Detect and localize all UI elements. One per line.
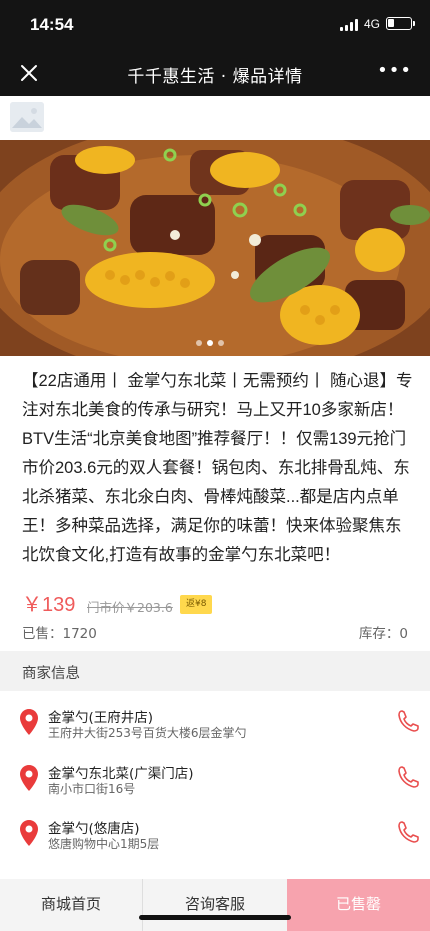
status-time: 14:54 <box>30 15 74 34</box>
signal-icon <box>340 19 360 31</box>
location-pin-icon <box>20 820 38 846</box>
section-title: 商家信息 <box>22 666 80 682</box>
home-indicator[interactable] <box>139 915 291 920</box>
status-bar: 14:54 4G <box>0 0 430 50</box>
network-type: 4G <box>364 17 381 31</box>
nav-bar: 千千惠生活 · 爆品详情 ••• <box>0 50 430 96</box>
phone-icon[interactable] <box>397 765 419 789</box>
store-item[interactable]: 金掌勺(悠唐店) 悠唐购物中心1期5层 <box>0 814 430 862</box>
stock-count: 库存：0 <box>358 626 408 642</box>
location-pin-icon <box>20 709 38 735</box>
store-item[interactable]: 金掌勺(王府井店) 王府井大街253号百货大楼6层金掌勺 <box>0 703 430 751</box>
store-name: 金掌勺东北菜(广渠门店) <box>48 766 194 782</box>
original-price: 门市价￥203.6 <box>87 600 173 615</box>
sales-stock-row: 已售：1720 库存：0 <box>22 620 408 642</box>
phone-icon[interactable] <box>397 820 419 844</box>
sold-count: 已售：1720 <box>22 626 97 642</box>
store-address: 悠唐购物中心1期5层 <box>48 837 160 851</box>
store-address: 南小市口街16号 <box>48 782 136 796</box>
carousel-dot-active[interactable] <box>207 340 213 346</box>
product-description: 【22店通用丨 金掌勺东北菜丨无需预约丨 随心退】专注对东北美食的传承与研究！马… <box>22 372 413 564</box>
store-item[interactable]: 金掌勺东北菜(广渠门店) 南小市口街16号 <box>0 759 430 807</box>
product-image[interactable] <box>0 140 430 356</box>
image-placeholder-thumbnail <box>10 102 44 132</box>
phone-icon[interactable] <box>397 709 419 733</box>
store-address: 王府井大街253号百货大楼6层金掌勺 <box>48 726 247 740</box>
rebate-badge: 返¥8 <box>180 595 213 614</box>
image-strip <box>0 96 430 140</box>
bottom-action-bar: 商城首页 咨询客服 已售罄 <box>0 879 430 931</box>
sold-out-button[interactable]: 已售罄 <box>287 879 430 931</box>
store-name: 金掌勺(王府井店) <box>48 710 154 726</box>
customer-service-button[interactable]: 咨询客服 <box>143 879 287 931</box>
current-price: ￥139 <box>22 594 76 616</box>
battery-icon <box>386 17 415 30</box>
carousel-dot[interactable] <box>196 340 202 346</box>
location-pin-icon <box>20 765 38 791</box>
carousel-dot[interactable] <box>218 340 224 346</box>
mall-home-button[interactable]: 商城首页 <box>0 879 143 931</box>
page-title: 千千惠生活 · 爆品详情 <box>127 67 303 87</box>
merchant-section-header: 商家信息 <box>0 651 430 691</box>
more-icon[interactable]: ••• <box>377 60 412 81</box>
store-name: 金掌勺(悠唐店) <box>48 821 140 837</box>
